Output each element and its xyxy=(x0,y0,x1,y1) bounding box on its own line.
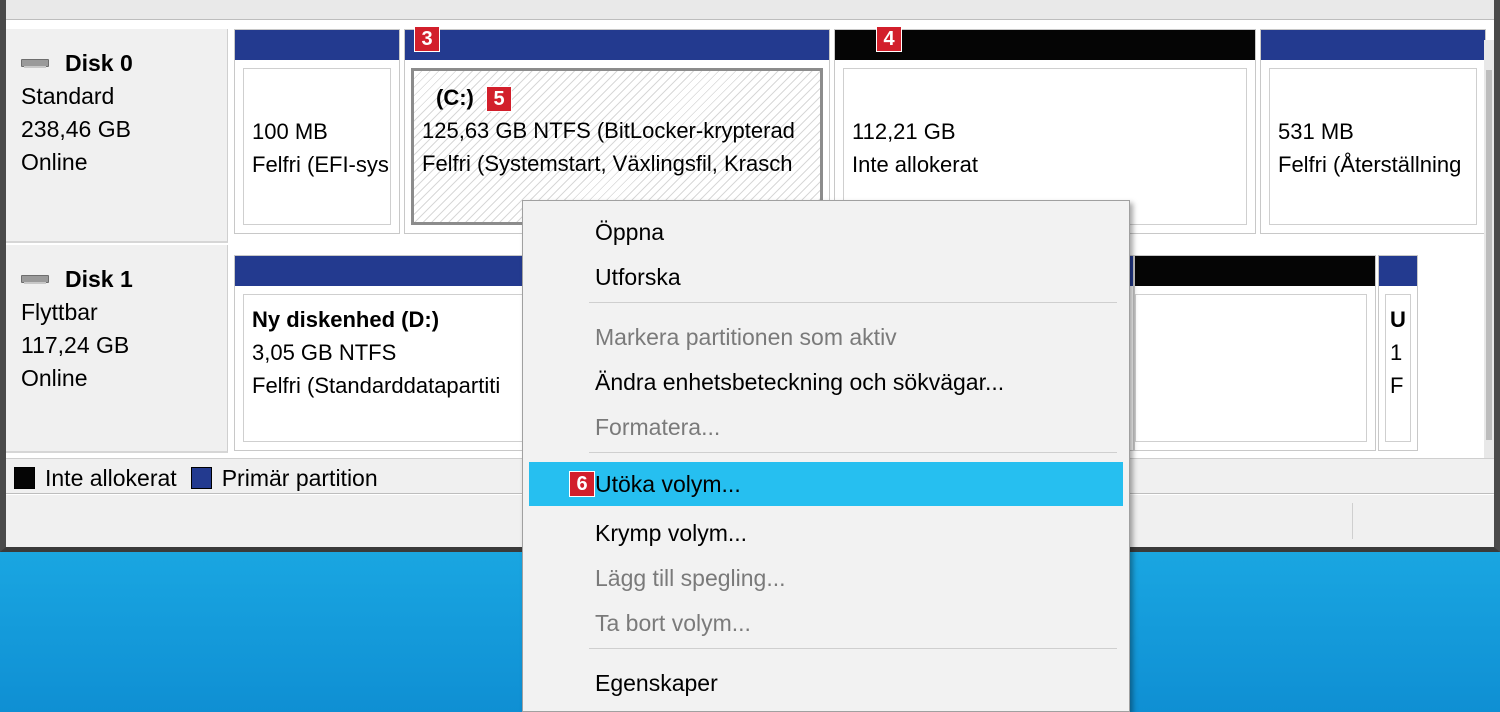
partition-status: Felfri (Systemstart, Växlingsfil, Krasch xyxy=(422,151,793,176)
partition-efi[interactable]: 100 MB Felfri (EFI-sys xyxy=(234,29,400,234)
context-menu: Öppna Utforska Markera partitionen som a… xyxy=(522,200,1130,712)
partition-status: Felfri (Återställning xyxy=(1278,152,1462,177)
menu-item-explore[interactable]: Utforska xyxy=(529,255,1123,299)
partition-efi-box: 100 MB Felfri (EFI-sys xyxy=(243,68,391,225)
window-top-strip xyxy=(6,0,1494,20)
callout-badge-6: 6 xyxy=(569,471,595,497)
menu-separator xyxy=(589,648,1117,649)
disk-1-name: Disk 1 xyxy=(21,263,227,296)
partition-size: 531 MB xyxy=(1278,119,1354,144)
partition-status: Inte allokerat xyxy=(852,152,978,177)
partition-disk1-small-box: U 1 F xyxy=(1385,294,1411,442)
partition-title: (C:) xyxy=(436,85,474,110)
partition-title: U xyxy=(1390,307,1406,332)
menu-item-add-mirror[interactable]: Lägg till spegling... xyxy=(529,556,1123,600)
disk-1-size: 117,24 GB xyxy=(21,332,130,358)
legend-label-unallocated: Inte allokerat xyxy=(45,464,177,491)
disk-1-info[interactable]: Disk 1 Flyttbar 117,24 GB Online xyxy=(6,245,228,453)
partition-size: 100 MB xyxy=(252,119,328,144)
partition-disk1-unallocated[interactable] xyxy=(1134,255,1376,451)
disk-0-status: Online xyxy=(21,149,88,175)
partition-size: 125,63 GB NTFS (BitLocker-krypterad xyxy=(422,118,795,143)
partition-status: Felfri (EFI-sys xyxy=(252,152,389,177)
disk-0-info[interactable]: Disk 0 Standard 238,46 GB Online xyxy=(6,29,228,243)
menu-separator xyxy=(589,452,1117,453)
disk-1-label: Disk 1 xyxy=(65,266,133,292)
disk-0-type: Standard xyxy=(21,83,115,109)
partition-c-title-row: (C:) 5 xyxy=(422,81,820,114)
menu-item-open[interactable]: Öppna xyxy=(529,210,1123,254)
partition-recovery-box: 531 MB Felfri (Återställning xyxy=(1269,68,1477,225)
disk-0-size: 238,46 GB xyxy=(21,116,131,142)
menu-item-change-drive-letter[interactable]: Ändra enhetsbeteckning och sökvägar... xyxy=(529,360,1123,404)
status-separator xyxy=(1352,503,1353,539)
menu-separator xyxy=(589,302,1117,303)
callout-badge-5: 5 xyxy=(486,86,512,113)
disk-0-name: Disk 0 xyxy=(21,47,227,80)
menu-item-mark-active[interactable]: Markera partitionen som aktiv xyxy=(529,315,1123,359)
partition-recovery[interactable]: 531 MB Felfri (Återställning xyxy=(1260,29,1486,234)
menu-item-delete-volume[interactable]: Ta bort volym... xyxy=(529,601,1123,645)
partition-status: F xyxy=(1390,373,1404,398)
menu-item-extend-label: Utöka volym... xyxy=(595,471,741,497)
menu-item-properties[interactable]: Egenskaper xyxy=(529,661,1123,705)
callout-badge-3: 3 xyxy=(414,26,440,52)
legend-swatch-primary xyxy=(190,466,212,489)
partition-bar-primary xyxy=(1261,30,1485,60)
scrollbar-thumb[interactable] xyxy=(1486,70,1492,440)
menu-item-shrink-volume[interactable]: Krymp volym... xyxy=(529,511,1123,555)
partition-bar-primary xyxy=(405,30,829,60)
disk-0-label: Disk 0 xyxy=(65,50,133,76)
partition-disk1-small[interactable]: U 1 F xyxy=(1378,255,1418,451)
legend-swatch-unallocated xyxy=(14,466,35,489)
callout-badge-4: 4 xyxy=(876,26,902,52)
partition-size: 112,21 GB xyxy=(852,119,956,144)
hard-disk-icon xyxy=(21,58,51,69)
menu-item-format[interactable]: Formatera... xyxy=(529,405,1123,449)
partition-bar-unallocated xyxy=(1135,256,1375,286)
disk-1-status: Online xyxy=(21,365,88,391)
legend-label-primary: Primär partition xyxy=(221,464,378,491)
partition-bar-primary xyxy=(1379,256,1417,286)
menu-item-extend-volume[interactable]: 6 Utöka volym... xyxy=(529,462,1123,506)
partition-bar-primary xyxy=(235,30,399,60)
disk-1-type: Flyttbar xyxy=(21,299,98,325)
partition-size: 1 xyxy=(1390,340,1403,365)
vertical-scrollbar[interactable] xyxy=(1484,40,1494,458)
partition-disk1-unallocated-box xyxy=(1135,294,1367,442)
removable-disk-icon xyxy=(21,274,51,285)
